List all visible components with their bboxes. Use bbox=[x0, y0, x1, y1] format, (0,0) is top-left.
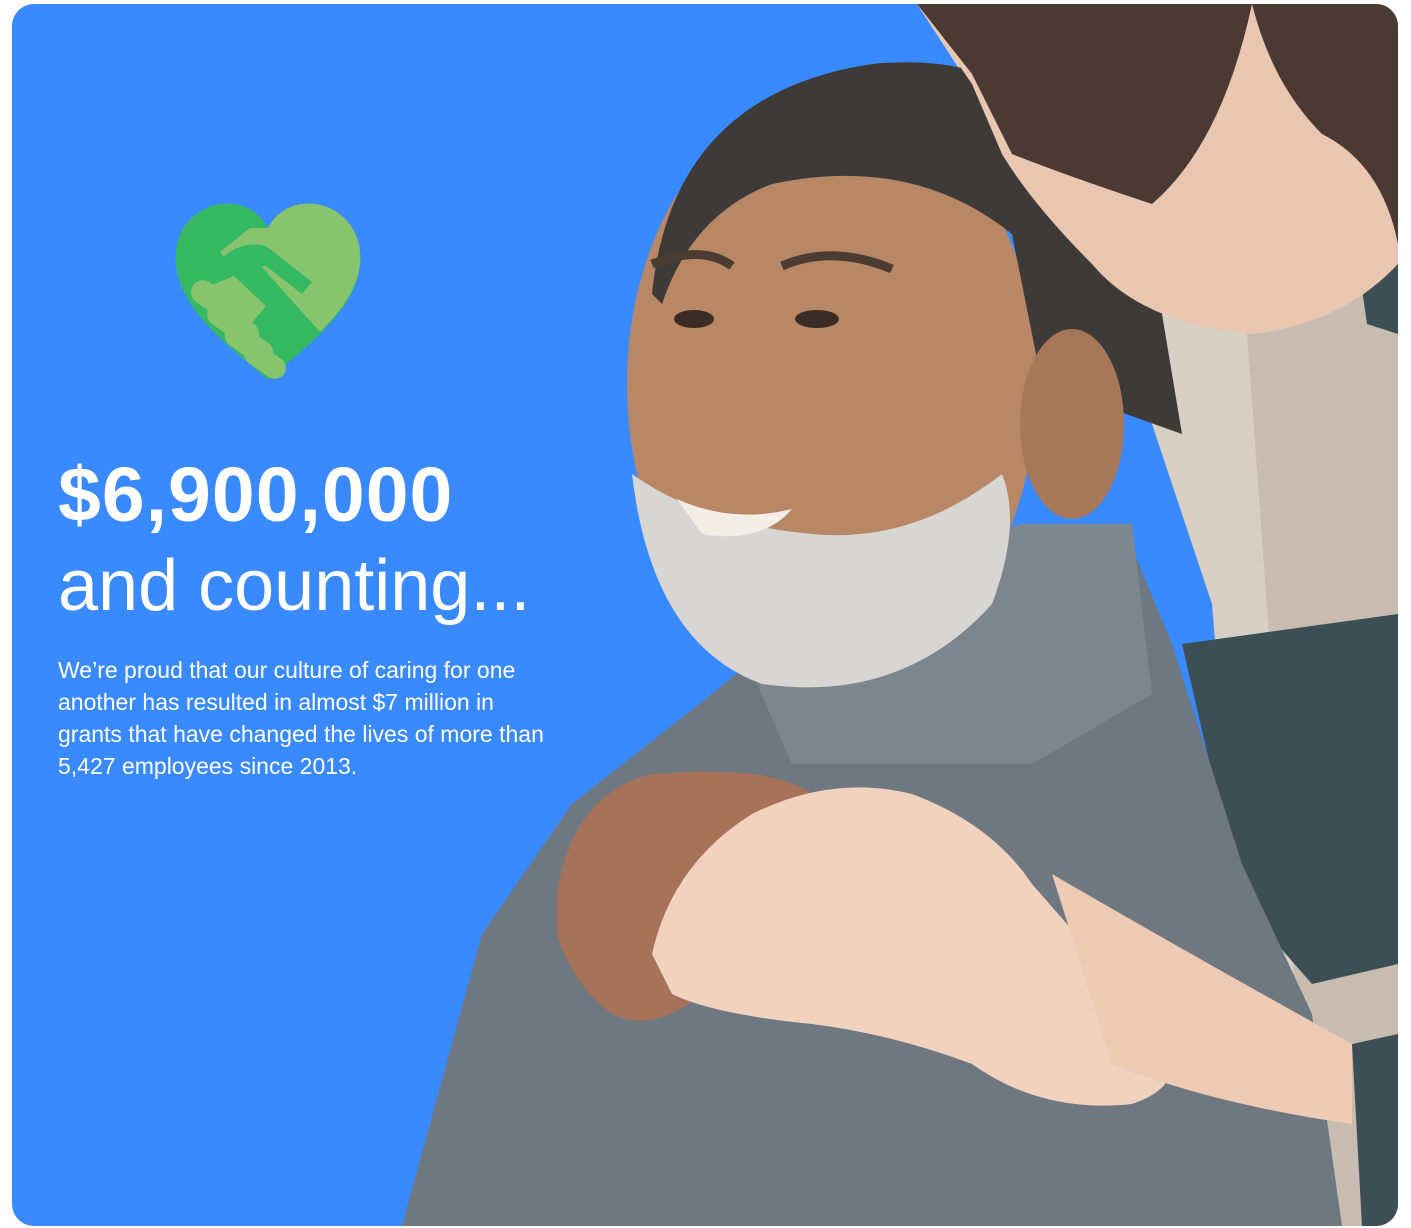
body-text: We’re proud that our culture of caring f… bbox=[58, 657, 544, 779]
promo-card: $6,900,000 and counting... We’re proud t… bbox=[12, 4, 1398, 1226]
stat-amount: $6,900,000 bbox=[58, 452, 454, 538]
stat-caption: and counting... bbox=[58, 546, 531, 626]
heart-handshake-icon bbox=[170, 194, 366, 390]
